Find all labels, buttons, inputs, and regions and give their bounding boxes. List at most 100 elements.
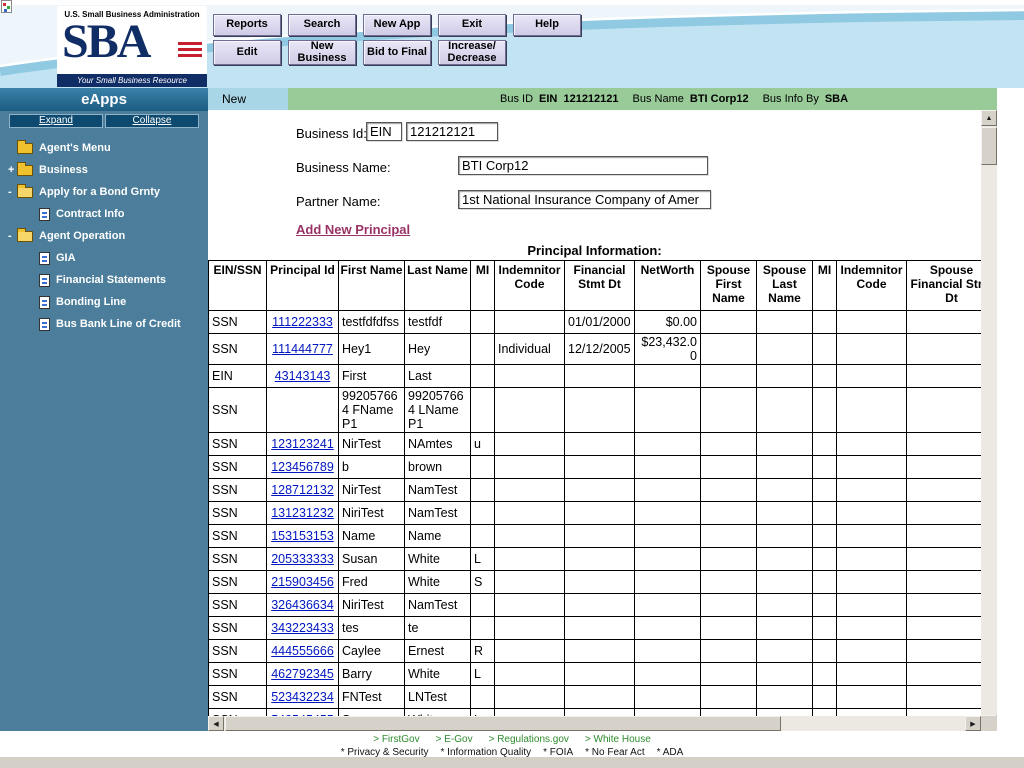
principal-id-link[interactable]: 326436634 (271, 598, 334, 612)
cell-principal-id: 205333333 (267, 548, 339, 571)
sidebar-item-label: Apply for a Bond Grnty (39, 186, 160, 198)
sidebar-item-contract-info[interactable]: Contract Info (0, 203, 208, 225)
horizontal-scrollbar-thumb[interactable] (225, 716, 781, 731)
cell-spouse-last-name (757, 502, 813, 525)
principal-id-link[interactable]: 523432234 (271, 690, 334, 704)
cell-last-name: LNTest (405, 686, 471, 709)
principal-row: SSN128712132NirTestNamTest (209, 479, 982, 502)
principal-id-link[interactable]: 123123241 (271, 437, 334, 451)
column-header-spouse-last-name: Spouse Last Name (757, 261, 813, 311)
cell-spouse-first-name (701, 548, 757, 571)
horizontal-scrollbar[interactable]: ◀ ▶ (208, 716, 981, 731)
principal-id-link[interactable]: 128712132 (271, 483, 334, 497)
business-id-type-field[interactable] (366, 122, 402, 141)
sidebar-item-agent-operation[interactable]: -Agent Operation (0, 225, 208, 247)
cell-spouse-indemnitor-code (837, 334, 907, 365)
principal-id-link[interactable]: 123456789 (271, 460, 334, 474)
scroll-right-arrow[interactable]: ▶ (965, 716, 981, 731)
cell-spouse-mi (813, 571, 837, 594)
principal-id-link[interactable]: 215903456 (271, 575, 334, 589)
cell-first-name: Susan (339, 548, 405, 571)
cell-ein-ssn: SSN (209, 311, 267, 334)
cell-principal-id: 444555666 (267, 640, 339, 663)
partner-name-field[interactable] (458, 190, 711, 209)
cell-financial-stmt-dt (565, 594, 635, 617)
cell-networth (635, 571, 701, 594)
toolbar-button-reports[interactable]: Reports (213, 14, 281, 36)
add-new-principal-link[interactable]: Add New Principal (296, 222, 410, 237)
vertical-scrollbar-thumb[interactable] (981, 127, 997, 165)
sidebar-item-bus-bank-line-of-credit[interactable]: Bus Bank Line of Credit (0, 313, 208, 335)
toolbar-button-help[interactable]: Help (513, 14, 581, 36)
column-header-first-name: First Name (339, 261, 405, 311)
cell-spouse-last-name (757, 709, 813, 717)
principal-id-link[interactable]: 153153153 (271, 529, 334, 543)
cell-principal-id: 523432234 (267, 686, 339, 709)
toolbar-button-new-business[interactable]: New Business (288, 40, 356, 65)
cell-spouse-mi (813, 365, 837, 388)
cell-spouse-financial-stmt-dt (907, 388, 982, 433)
principal-id-link[interactable]: 343223433 (271, 621, 334, 635)
cell-spouse-last-name (757, 388, 813, 433)
cell-spouse-indemnitor-code (837, 663, 907, 686)
business-id-field[interactable] (406, 122, 498, 141)
sidebar-item-business[interactable]: +Business (0, 159, 208, 181)
cell-ein-ssn: SSN (209, 686, 267, 709)
tree-toggle[interactable]: - (8, 230, 17, 242)
bus-id-value: EIN 121212121 (539, 93, 619, 105)
sidebar-item-apply-for-a-bond-grnty[interactable]: - Apply for a Bond Grnty (0, 181, 208, 203)
tab-new[interactable]: New (208, 88, 288, 110)
principal-id-link[interactable]: 111222333 (272, 315, 333, 329)
toolbar-button-increase-decrease[interactable]: Increase/​Decrease (438, 40, 506, 65)
principal-id-link[interactable]: 444555666 (271, 644, 334, 658)
footer-link-regulations-gov[interactable]: > Regulations.gov (489, 734, 569, 745)
cell-spouse-mi (813, 617, 837, 640)
principal-table-container: EIN/SSNPrincipal IdFirst NameLast NameMI… (208, 260, 981, 716)
sidebar-item-label: Contract Info (56, 208, 124, 220)
cell-ein-ssn: SSN (209, 525, 267, 548)
cell-spouse-last-name (757, 456, 813, 479)
principal-id-link[interactable]: 111444777 (272, 342, 333, 356)
principal-id-link[interactable]: 205333333 (271, 552, 334, 566)
vertical-scrollbar[interactable]: ▲ ▼ (981, 110, 997, 731)
cell-spouse-indemnitor-code (837, 365, 907, 388)
cell-ein-ssn: SSN (209, 456, 267, 479)
sidebar-item-gia[interactable]: GIA (0, 247, 208, 269)
sidebar-item-financial-statements[interactable]: Financial Statements (0, 269, 208, 291)
toolbar-button-edit[interactable]: Edit (213, 40, 281, 65)
cell-indemnitor-code (495, 548, 565, 571)
footer-link-white-house[interactable]: > White House (585, 734, 651, 745)
sidebar-item-bonding-line[interactable]: Bonding Line (0, 291, 208, 313)
doc-icon (39, 296, 50, 309)
cell-spouse-last-name (757, 663, 813, 686)
tree-toggle[interactable]: - (8, 186, 17, 198)
cell-spouse-indemnitor-code (837, 571, 907, 594)
cell-spouse-financial-stmt-dt (907, 479, 982, 502)
principal-row: SSN111444777Hey1HeyIndividual12/12/2005$… (209, 334, 982, 365)
scroll-up-arrow[interactable]: ▲ (981, 110, 997, 126)
collapse-button[interactable]: Collapse (105, 114, 199, 128)
cell-networth (635, 617, 701, 640)
toolbar-button-bid-to-final[interactable]: Bid to Final (363, 40, 431, 65)
principal-id-link[interactable]: 462792345 (271, 667, 334, 681)
footer-link-firstgov[interactable]: > FirstGov (373, 734, 419, 745)
principal-id-link[interactable]: 43143143 (275, 369, 331, 383)
toolbar-button-exit[interactable]: Exit (438, 14, 506, 36)
column-header-principal-id: Principal Id (267, 261, 339, 311)
cell-principal-id: 123456789 (267, 456, 339, 479)
principal-id-link[interactable]: 131231232 (271, 506, 334, 520)
cell-spouse-first-name (701, 502, 757, 525)
tree-toggle[interactable]: + (8, 164, 17, 176)
expand-button[interactable]: Expand (9, 114, 103, 128)
cell-networth (635, 640, 701, 663)
cell-networth (635, 479, 701, 502)
business-name-field[interactable] (458, 156, 708, 175)
scrollbar-corner (981, 716, 997, 731)
toolbar-button-search[interactable]: Search (288, 14, 356, 36)
cell-networth: $0.00 (635, 311, 701, 334)
scroll-left-arrow[interactable]: ◀ (208, 716, 224, 731)
cell-ein-ssn: EIN (209, 365, 267, 388)
sidebar-item-agent-s-menu[interactable]: Agent's Menu (0, 137, 208, 159)
toolbar-button-new-app[interactable]: New App (363, 14, 431, 36)
footer-link-e-gov[interactable]: > E-Gov (436, 734, 473, 745)
